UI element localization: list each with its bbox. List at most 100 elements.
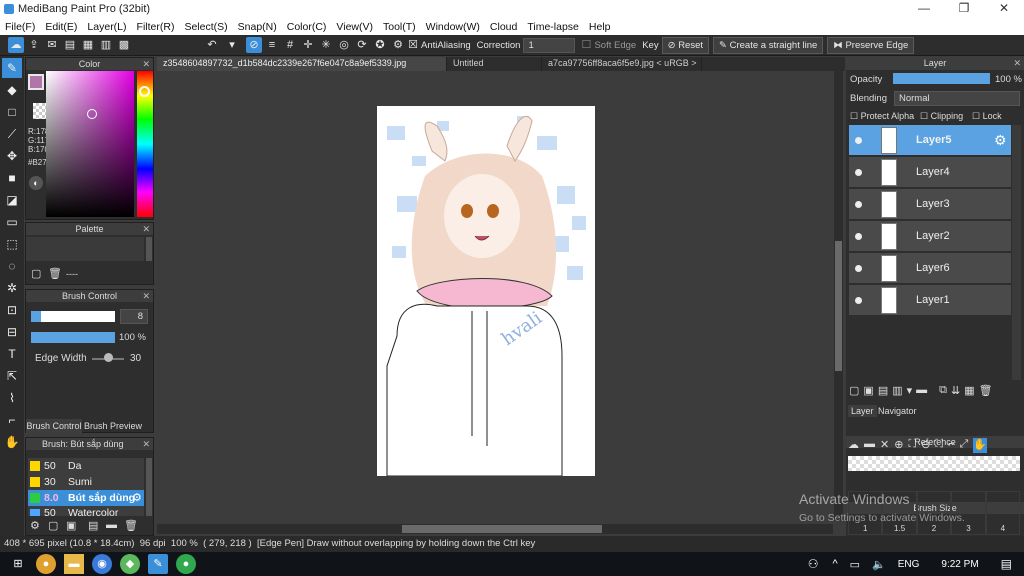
lock-checkbox[interactable]: ☐ Lock bbox=[972, 111, 1002, 122]
vertical-scrollbar[interactable] bbox=[834, 71, 843, 521]
brush-item[interactable]: 30 Sumi bbox=[28, 474, 144, 490]
open-folder-icon[interactable]: ▬ bbox=[864, 438, 875, 453]
share-icon[interactable]: ⇪ bbox=[26, 37, 42, 53]
color-wheel-icon[interactable]: ◐ bbox=[29, 176, 43, 190]
tab-document-1[interactable]: z3548604897732_d1b584dc2339e267f6e047c8a… bbox=[157, 57, 447, 71]
chrome-alt-icon[interactable]: ● bbox=[176, 554, 196, 574]
close-icon[interactable]: ✕ bbox=[880, 438, 889, 453]
menu-color[interactable]: Color(C) bbox=[282, 21, 332, 33]
gear-icon[interactable]: ⚙ bbox=[132, 491, 142, 504]
curve-snap-icon[interactable]: ⟳ bbox=[354, 37, 370, 53]
zoom-out-icon[interactable]: ⊖ bbox=[921, 438, 930, 453]
new-layer-icon[interactable]: ▢ bbox=[849, 384, 859, 400]
delete-palette-icon[interactable]: 🗑 bbox=[48, 267, 62, 280]
grid-snap-icon[interactable]: # bbox=[282, 37, 298, 53]
maximize-button[interactable]: ❐ bbox=[944, 1, 984, 18]
gear-icon[interactable]: ⚙ bbox=[994, 132, 1007, 149]
brush-item[interactable]: 50 Da bbox=[28, 458, 144, 474]
visibility-icon[interactable] bbox=[855, 137, 862, 144]
correction-select[interactable]: 1 bbox=[523, 37, 576, 53]
visibility-icon[interactable] bbox=[855, 297, 862, 304]
move-tool-icon[interactable]: ✥ bbox=[2, 146, 22, 166]
delete-layer-icon[interactable]: 🗑 bbox=[979, 384, 993, 400]
visibility-icon[interactable] bbox=[855, 233, 862, 240]
minimize-button[interactable]: — bbox=[904, 1, 944, 18]
lasso-tool-icon[interactable]: ◌ bbox=[2, 256, 22, 276]
horizontal-scroll-thumb[interactable] bbox=[402, 525, 602, 533]
brush-size-value[interactable]: 8 bbox=[120, 309, 148, 324]
layer-list-scrollbar[interactable] bbox=[1012, 125, 1021, 380]
settings-icon[interactable]: ⚙ bbox=[390, 37, 406, 53]
tab-brush-control[interactable]: Brush Control bbox=[26, 419, 82, 433]
layer-row[interactable]: Layer3 bbox=[849, 189, 1011, 220]
rasterize-icon[interactable]: ▦ bbox=[964, 384, 974, 400]
panel-close-icon[interactable]: ✕ bbox=[1013, 57, 1021, 69]
panel-close-icon[interactable]: ✕ bbox=[142, 223, 150, 235]
preserve-edge-button[interactable]: ⧓ Preserve Edge bbox=[827, 36, 915, 54]
cross-snap-icon[interactable]: ✛ bbox=[300, 37, 316, 53]
new-halftone-layer-icon[interactable]: ▣ bbox=[863, 384, 873, 400]
comment-icon[interactable]: ✉ bbox=[44, 37, 60, 53]
protect-alpha-checkbox[interactable]: ☐ Protect Alpha bbox=[850, 111, 914, 122]
select-pen-icon[interactable]: ⊡ bbox=[2, 300, 22, 320]
folder-icon[interactable]: ▬ bbox=[106, 519, 117, 531]
tab-navigator[interactable]: Navigator bbox=[875, 405, 920, 417]
merge-down-icon[interactable]: ⇊ bbox=[951, 384, 960, 400]
zoom-in-icon[interactable]: ⊕ bbox=[894, 438, 903, 453]
menu-select[interactable]: Select(S) bbox=[179, 21, 232, 33]
fill-rect-tool-icon[interactable]: ■ bbox=[2, 168, 22, 188]
layer-row[interactable]: Layer2 bbox=[849, 221, 1011, 252]
visibility-icon[interactable] bbox=[855, 265, 862, 272]
menu-tool[interactable]: Tool(T) bbox=[378, 21, 421, 33]
layer-opacity-slider[interactable] bbox=[893, 73, 990, 84]
shape-tool-icon[interactable]: □ bbox=[2, 102, 22, 122]
clipping-checkbox[interactable]: ☐ Clipping bbox=[920, 111, 963, 122]
cloud-download-icon[interactable]: ☁ bbox=[848, 438, 859, 453]
tab-brush-preview[interactable]: Brush Preview bbox=[83, 419, 143, 433]
delete-brush-icon[interactable]: 🗑 bbox=[124, 519, 138, 532]
foreground-color-swatch[interactable] bbox=[28, 74, 44, 90]
layer-options-icon[interactable]: ▾ bbox=[907, 384, 913, 400]
tab-layer[interactable]: Layer bbox=[848, 405, 877, 417]
network-icon[interactable]: ▭ bbox=[850, 558, 860, 571]
brush-tool-icon[interactable]: ✎ bbox=[2, 58, 22, 78]
menu-view[interactable]: View(V) bbox=[331, 21, 378, 33]
menu-edit[interactable]: Edit(E) bbox=[40, 21, 82, 33]
edge-width-handle[interactable] bbox=[104, 353, 113, 362]
tab-document-3[interactable]: a7ca97756ff8aca6f5e9.jpg < uRGB > bbox=[542, 57, 702, 71]
copy-brush-icon[interactable]: ▢ bbox=[48, 519, 58, 532]
gradient-tool-icon[interactable]: ▭ bbox=[2, 212, 22, 232]
new-palette-icon[interactable]: ▢ bbox=[31, 267, 41, 280]
start-icon[interactable]: ⊞ bbox=[8, 554, 28, 574]
menu-window[interactable]: Window(W) bbox=[421, 21, 485, 33]
vertical-scroll-thumb[interactable] bbox=[835, 241, 842, 371]
antialiasing-checkbox[interactable]: ☒ bbox=[408, 37, 418, 53]
select-tool-icon[interactable]: ⬚ bbox=[2, 234, 22, 254]
tab-document-2[interactable]: Untitled bbox=[447, 57, 542, 71]
text-tool-icon[interactable]: T bbox=[2, 344, 22, 364]
horizontal-scrollbar[interactable] bbox=[157, 524, 833, 534]
panel-close-icon[interactable]: ✕ bbox=[142, 58, 150, 70]
menu-snap[interactable]: Snap(N) bbox=[233, 21, 282, 33]
browser-icon[interactable]: ◉ bbox=[92, 554, 112, 574]
hand-tool-icon[interactable]: ✋ bbox=[973, 438, 988, 453]
radial-snap-icon[interactable]: ✳ bbox=[318, 37, 334, 53]
fit-icon[interactable]: ⛶ bbox=[908, 438, 916, 453]
brush-item-selected[interactable]: 8.0 Bút sắp dùng ⚙ bbox=[28, 490, 144, 506]
clock[interactable]: 9:22 PM bbox=[941, 559, 978, 570]
flip-icon[interactable]: ⤢ bbox=[960, 438, 969, 453]
duplicate-layer-icon[interactable]: ▤ bbox=[878, 384, 888, 400]
blending-select[interactable]: Normal bbox=[894, 91, 1020, 106]
cloud-icon[interactable]: ☁ bbox=[8, 37, 24, 53]
menu-layer[interactable]: Layer(L) bbox=[82, 21, 131, 33]
chat-icon[interactable]: ▤ bbox=[62, 37, 78, 53]
brush-size-preset[interactable]: 4 bbox=[985, 491, 1021, 535]
panel-close-icon[interactable]: ✕ bbox=[142, 290, 150, 302]
ellipse-snap-icon[interactable]: ✪ bbox=[372, 37, 388, 53]
eyedropper-icon[interactable]: ⌐ bbox=[948, 438, 954, 453]
layer-row[interactable]: Layer4 bbox=[849, 157, 1011, 188]
edit-brush-icon[interactable]: ▤ bbox=[88, 519, 98, 532]
layer-row[interactable]: Layer6 bbox=[849, 253, 1011, 284]
palette-scrollbar[interactable] bbox=[146, 237, 152, 261]
visibility-icon[interactable] bbox=[855, 169, 862, 176]
